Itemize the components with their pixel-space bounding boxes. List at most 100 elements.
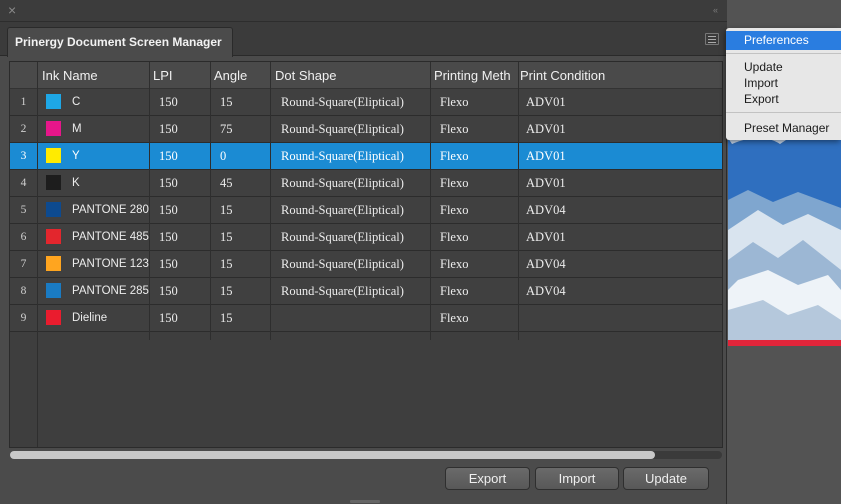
cell-lpi: 150 (159, 176, 178, 190)
ink-color-swatch (46, 202, 61, 217)
cell-dot (281, 305, 429, 331)
cell-angle: 15 (220, 284, 233, 298)
ink-color-swatch (46, 310, 61, 325)
menu-item-preset-manager[interactable]: Preset Manager (726, 120, 841, 136)
cell-method: Flexo (440, 230, 469, 244)
ink-color-swatch (46, 94, 61, 109)
menu-item-import[interactable]: Import (726, 75, 841, 91)
cell-condition: ADV01 (526, 122, 566, 136)
table-row[interactable]: 4 K 150 45 Round-Square(Eliptical) Flexo ADV01 (10, 170, 722, 197)
tab-screen-manager[interactable]: Prinergy Document Screen Manager (7, 27, 233, 57)
cell-ink: Dieline (72, 312, 108, 324)
collapse-icon[interactable]: « (713, 3, 718, 17)
table-body: 1 C 150 15 Round-Square(Eliptical) Flexo ADV01… (10, 89, 722, 332)
row-number: 8 (20, 285, 27, 297)
cell-method: Flexo (440, 203, 469, 217)
cell-angle: 15 (220, 311, 233, 325)
row-number: 9 (20, 312, 27, 324)
column-header-ink-name[interactable]: Ink Name (42, 62, 150, 89)
table-row[interactable]: 5 PANTONE 280 C 150 15 Round-Square(Eliptica… (10, 197, 722, 224)
menu-separator (726, 112, 841, 113)
cell-condition: ADV01 (526, 149, 566, 163)
tab-strip: Prinergy Document Screen Manager (0, 22, 727, 57)
row-number: 1 (20, 96, 27, 108)
cell-angle: 0 (220, 149, 227, 163)
screen: × « Prinergy Document Screen Manager Ink… (0, 0, 841, 504)
cell-angle: 75 (220, 122, 233, 136)
cell-condition: ADV01 (526, 176, 566, 190)
row-number: 5 (20, 204, 27, 216)
ink-color-swatch (46, 175, 61, 190)
cell-dot: Round-Square(Eliptical) (281, 122, 404, 136)
scrollbar-thumb[interactable] (10, 451, 655, 459)
cell-ink: M (72, 123, 82, 135)
hamburger-menu-icon[interactable] (705, 33, 719, 45)
cell-angle: 15 (220, 230, 233, 244)
table-row[interactable]: 1 C 150 15 Round-Square(Eliptical) Flexo ADV01 (10, 89, 722, 116)
resize-grip[interactable] (350, 500, 380, 503)
cell-condition: ADV04 (526, 203, 566, 217)
cell-method: Flexo (440, 95, 469, 109)
close-icon[interactable]: × (8, 1, 16, 19)
row-number: 3 (20, 150, 27, 162)
ink-table: Ink Name LPI Angle Dot Shape Printing Me… (9, 61, 723, 448)
cell-dot: Round-Square(Eliptical) (281, 95, 404, 109)
update-button[interactable]: Update (623, 467, 709, 490)
cell-lpi: 150 (159, 122, 178, 136)
cell-dot: Round-Square(Eliptical) (281, 284, 404, 298)
cell-dot: Round-Square(Eliptical) (281, 149, 404, 163)
mountain-artwork (728, 130, 841, 346)
cell-dot: Round-Square(Eliptical) (281, 257, 404, 271)
cell-lpi: 150 (159, 149, 178, 163)
panel-flyout-menu: Preferences Update Import Export Preset … (726, 28, 841, 140)
column-header-printing-method[interactable]: Printing Meth (434, 62, 518, 89)
cell-ink: PANTONE 285 C (72, 285, 150, 297)
cell-lpi: 150 (159, 257, 178, 271)
cell-dot: Round-Square(Eliptical) (281, 176, 404, 190)
artwork-preview-image (728, 130, 841, 346)
menu-item-export[interactable]: Export (726, 91, 841, 107)
cell-condition: ADV04 (526, 257, 566, 271)
table-row[interactable]: 2 M 150 75 Round-Square(Eliptical) Flexo ADV01 (10, 116, 722, 143)
cell-angle: 15 (220, 257, 233, 271)
cell-method: Flexo (440, 176, 469, 190)
column-header-angle[interactable]: Angle (214, 62, 269, 89)
screen-manager-panel: × « Prinergy Document Screen Manager Ink… (0, 0, 727, 504)
row-number: 7 (20, 258, 27, 270)
row-number: 2 (20, 123, 27, 135)
cell-angle: 15 (220, 203, 233, 217)
cell-ink: K (72, 177, 80, 189)
ink-color-swatch (46, 148, 61, 163)
cell-ink: Y (72, 150, 80, 162)
table-header: Ink Name LPI Angle Dot Shape Printing Me… (10, 62, 722, 89)
import-button[interactable]: Import (535, 467, 619, 490)
cell-angle: 45 (220, 176, 233, 190)
column-header-print-condition[interactable]: Print Condition (520, 62, 640, 89)
cell-ink: PANTONE 485 C (72, 231, 150, 243)
column-header-lpi[interactable]: LPI (153, 62, 208, 89)
table-row[interactable]: 6 PANTONE 485 C 150 15 Round-Square(Eliptica… (10, 224, 722, 251)
cell-dot: Round-Square(Eliptical) (281, 230, 404, 244)
cell-angle: 15 (220, 95, 233, 109)
cell-lpi: 150 (159, 284, 178, 298)
menu-item-preferences[interactable]: Preferences (726, 31, 841, 50)
cell-lpi: 150 (159, 311, 178, 325)
cell-method: Flexo (440, 311, 469, 325)
ink-color-swatch (46, 229, 61, 244)
menu-item-update[interactable]: Update (726, 59, 841, 75)
cell-ink: PANTONE 280 C (72, 204, 150, 216)
cell-lpi: 150 (159, 230, 178, 244)
export-button[interactable]: Export (445, 467, 530, 490)
cell-method: Flexo (440, 149, 469, 163)
table-row[interactable]: 3 Y 150 0 Round-Square(Eliptical) Flexo ADV01 (10, 143, 722, 170)
cell-lpi: 150 (159, 203, 178, 217)
ink-color-swatch (46, 256, 61, 271)
table-row[interactable]: 7 PANTONE 1235 150 15 Round-Square(Eliptical… (10, 251, 722, 278)
table-row[interactable]: 8 PANTONE 285 C 150 15 Round-Square(Eliptica… (10, 278, 722, 305)
horizontal-scrollbar[interactable] (10, 451, 722, 459)
panel-titlebar: × « (0, 0, 727, 22)
row-number: 4 (20, 177, 27, 189)
column-header-dot-shape[interactable]: Dot Shape (275, 62, 430, 89)
table-row[interactable]: 9 Dieline 150 15 Flexo (10, 305, 722, 332)
cell-ink: PANTONE 1235 (72, 258, 150, 270)
